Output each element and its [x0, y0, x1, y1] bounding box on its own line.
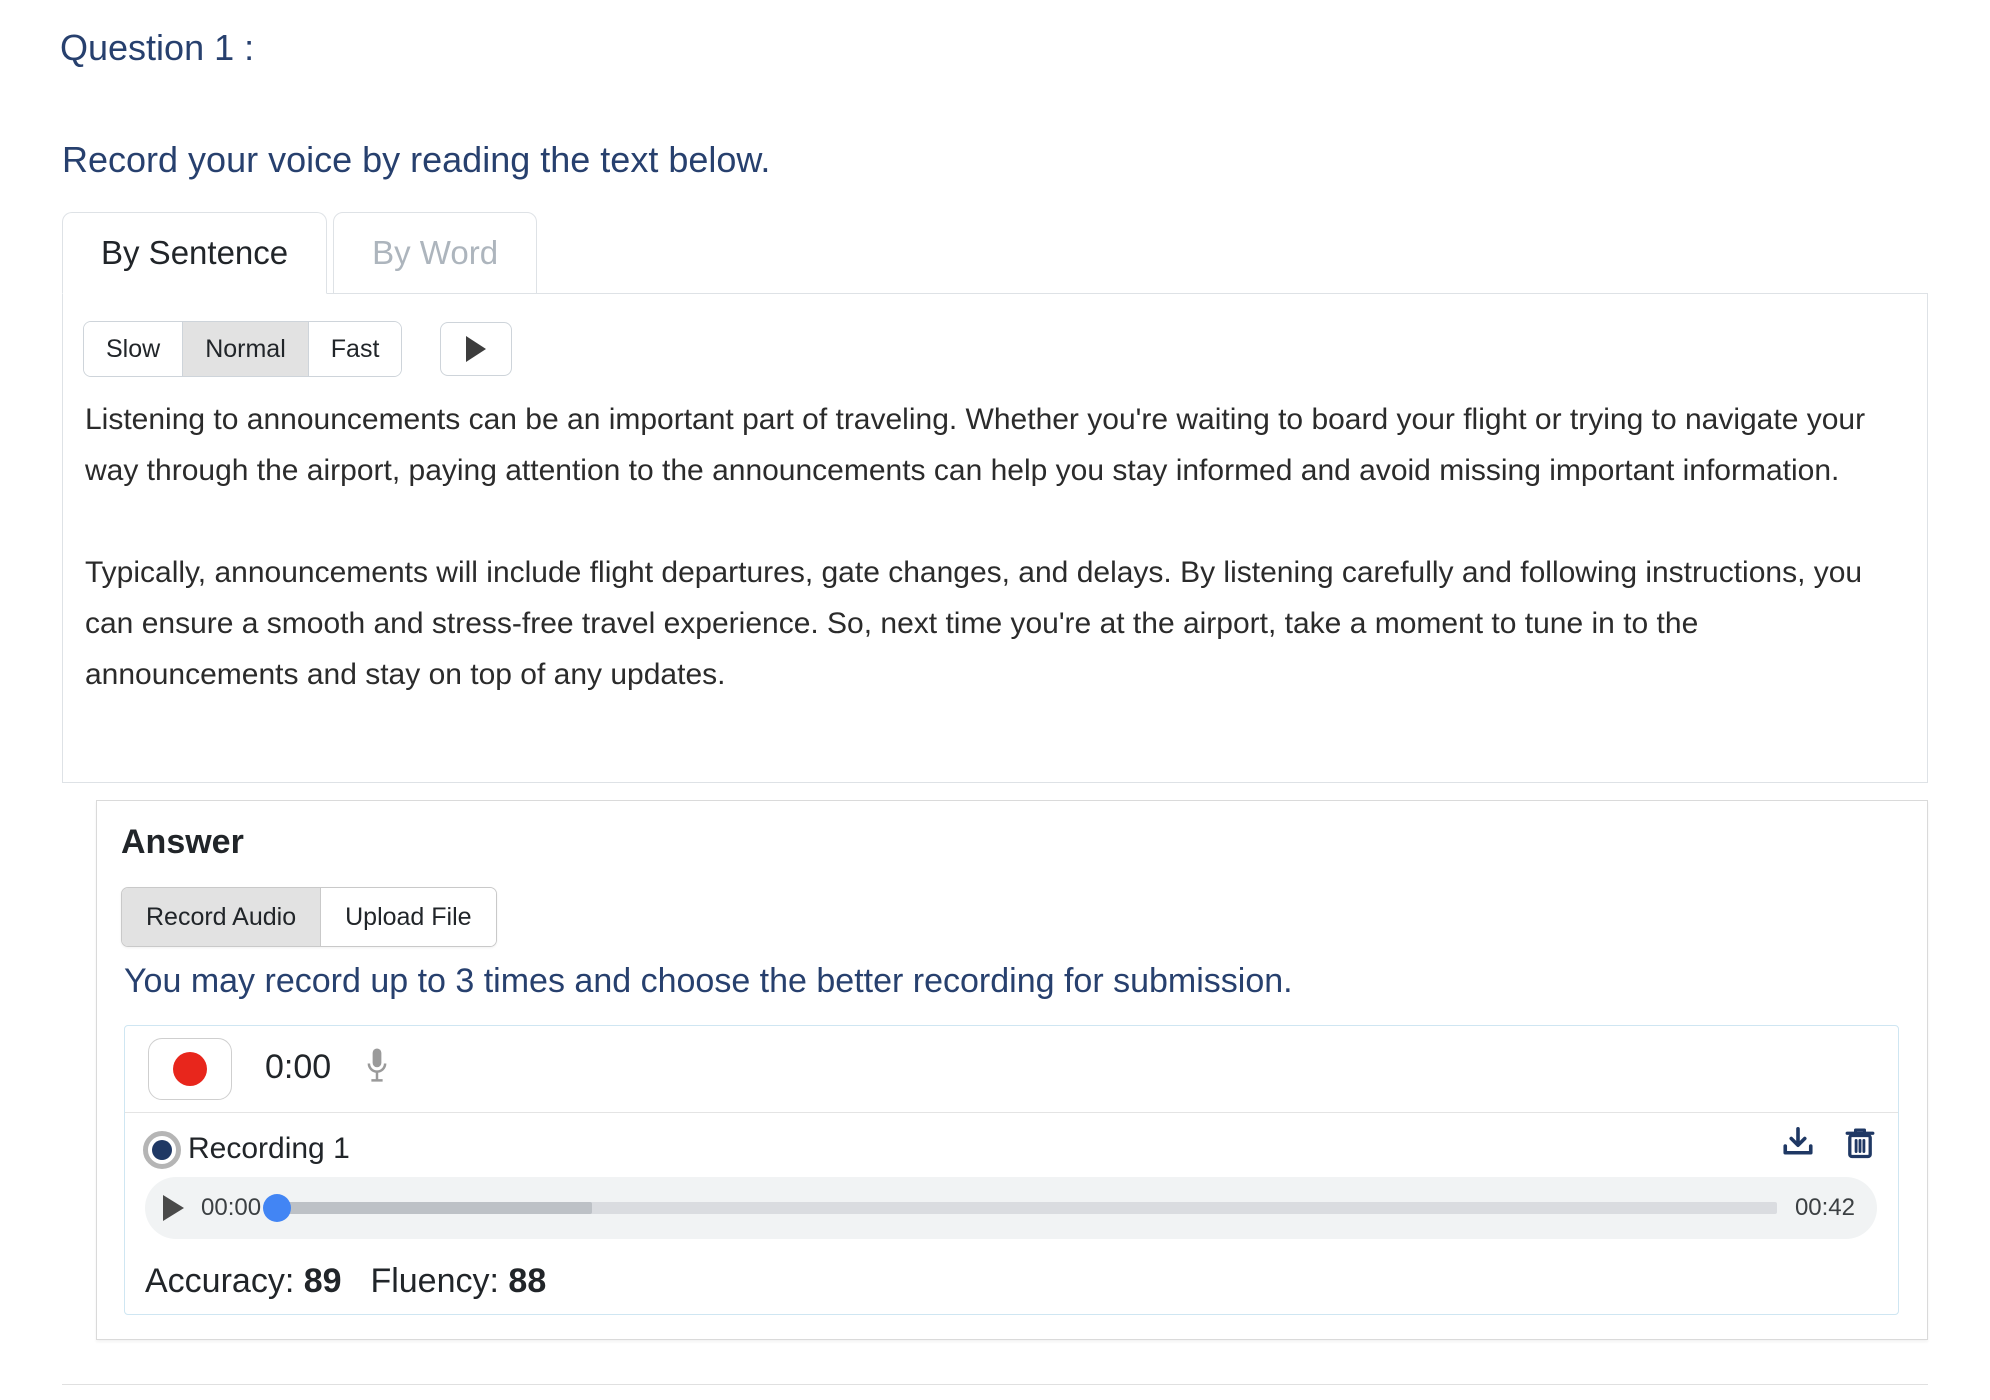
tab-by-sentence[interactable]: By Sentence — [62, 212, 328, 294]
question-page: Question 1 : Record your voice by readin… — [0, 0, 1990, 1400]
audio-buffered-range — [277, 1202, 593, 1214]
speed-segmented-control: Slow Normal Fast — [83, 321, 403, 377]
record-dot-icon — [173, 1052, 207, 1086]
audio-scrubber-handle[interactable] — [263, 1194, 292, 1222]
recording-limit-note: You may record up to 3 times and choose … — [124, 962, 1293, 1000]
upload-file-button[interactable]: Upload File — [321, 888, 496, 946]
playback-speed-row: Slow Normal Fast — [83, 321, 513, 377]
speed-slow-button[interactable]: Slow — [84, 322, 184, 376]
passage-paragraph-1: Listening to announcements can be an imp… — [85, 403, 1866, 487]
reading-passage-card: Slow Normal Fast Listening to announceme… — [62, 293, 1928, 783]
recording-list-item: Recording 1 — [125, 1113, 1898, 1185]
audio-current-time: 00:00 — [201, 1194, 262, 1221]
recording-actions — [1780, 1125, 1878, 1166]
fluency-value: 88 — [508, 1262, 547, 1300]
fluency-label: Fluency: — [370, 1262, 499, 1300]
play-icon — [466, 336, 487, 362]
trash-icon[interactable] — [1842, 1125, 1878, 1166]
answer-mode-segmented-control: Record Audio Upload File — [121, 887, 497, 947]
question-label: Question 1 : — [60, 27, 255, 68]
passage-text: Listening to announcements can be an imp… — [85, 394, 1895, 700]
microphone-icon — [362, 1046, 392, 1091]
audio-play-icon[interactable] — [163, 1195, 184, 1221]
recording-scores: Accuracy: 89 Fluency: 88 — [145, 1262, 546, 1301]
record-audio-button[interactable]: Record Audio — [122, 888, 322, 946]
speed-normal-button[interactable]: Normal — [183, 322, 309, 376]
accuracy-label: Accuracy: — [145, 1262, 295, 1300]
reading-mode-tabs: By Sentence By Word — [62, 212, 538, 294]
tab-by-word[interactable]: By Word — [333, 212, 538, 294]
audio-progress-bar[interactable] — [263, 1194, 1777, 1222]
answer-title: Answer — [121, 823, 244, 861]
audio-player[interactable]: 00:00 00:42 — [145, 1177, 1877, 1239]
download-icon[interactable] — [1780, 1125, 1816, 1166]
recorder-timer: 0:00 — [265, 1048, 332, 1086]
section-divider — [62, 1384, 1928, 1385]
recording-name: Recording 1 — [188, 1132, 350, 1165]
speed-fast-button[interactable]: Fast — [308, 322, 402, 376]
passage-play-button[interactable] — [440, 322, 513, 376]
audio-duration: 00:42 — [1794, 1194, 1855, 1221]
accuracy-value: 89 — [303, 1262, 342, 1300]
start-recording-button[interactable] — [148, 1038, 232, 1100]
recorder-controls-row: 0:00 — [125, 1026, 1898, 1113]
recording-select-radio[interactable] — [143, 1131, 181, 1169]
passage-paragraph-2: Typically, announcements will include fl… — [85, 556, 1863, 691]
recorder-panel: 0:00 Recording 1 00:00 00:42 Accuracy: 8… — [124, 1025, 1899, 1315]
question-prompt: Record your voice by reading the text be… — [62, 139, 771, 180]
